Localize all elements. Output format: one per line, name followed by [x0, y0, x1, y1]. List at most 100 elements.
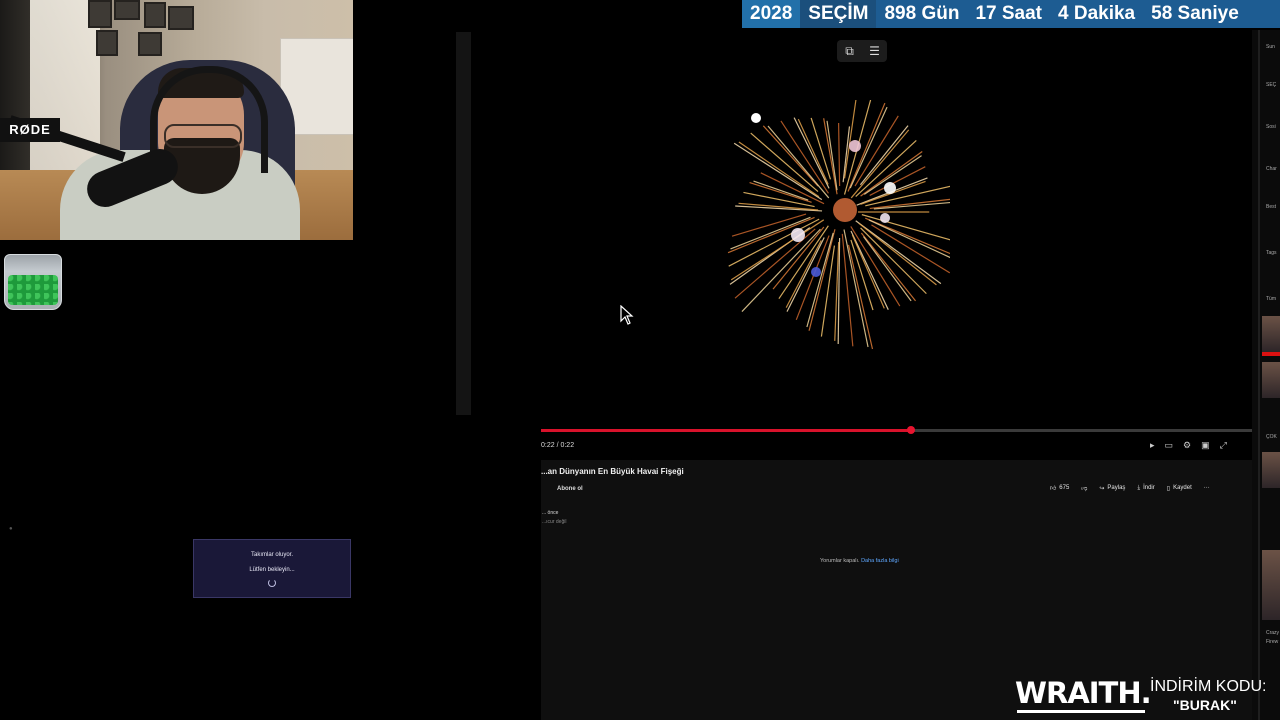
- firework-ray: [843, 100, 857, 179]
- wall-frames: [88, 0, 194, 58]
- tip-jar-widget: [4, 254, 62, 310]
- thumb-down-icon: 👎︎: [1081, 486, 1088, 492]
- sidebar-label: Firew: [1266, 639, 1279, 645]
- firework-ray: [860, 232, 917, 302]
- page-scrollbar[interactable]: [456, 32, 471, 415]
- sponsor-banner: WRAITH. İNDİRİM KODU: "BURAK": [1015, 676, 1267, 720]
- countdown-year: 2028: [742, 0, 801, 28]
- video-title: ...an Dünyanın En Büyük Havai Fişeği: [541, 467, 684, 476]
- firework-spark-blue: [811, 267, 821, 277]
- video-meta-status: ...ıcur değil: [542, 519, 567, 525]
- firework-ray: [851, 234, 885, 309]
- comments-status: Yorumlar kapalı. Daha fazla bilgi: [820, 558, 899, 564]
- discount-code: "BURAK": [1173, 697, 1237, 713]
- download-icon: ⤓: [1137, 484, 1141, 491]
- sidebar-label: Sosi: [1266, 124, 1276, 130]
- theater-icon[interactable]: ▣: [1201, 440, 1210, 451]
- firework-spark: [884, 182, 896, 194]
- alert-line-2: Lütfen bekleyin...: [249, 567, 295, 573]
- firework-ray: [730, 219, 825, 281]
- sidebar-label: Best: [1266, 204, 1277, 210]
- fullscreen-icon[interactable]: ⤢: [1220, 440, 1227, 451]
- more-icon: ···: [1203, 485, 1210, 491]
- firework-ray: [741, 228, 821, 312]
- countdown-days: 898 Gün: [884, 3, 960, 24]
- firework-ray: [767, 125, 830, 199]
- loading-spinner-icon: [268, 579, 276, 587]
- firework-ray: [808, 229, 836, 331]
- more-button[interactable]: ···: [1204, 485, 1210, 491]
- sidebar-label: Tüm: [1266, 296, 1276, 302]
- countdown-hours: 17 Saat: [975, 3, 1042, 24]
- video-meta-date: ... önce: [542, 510, 559, 516]
- like-count: 675: [1059, 485, 1070, 491]
- sidebar-label: SEÇ: [1266, 82, 1277, 88]
- firework-ray: [797, 118, 829, 185]
- jar-fill: [8, 275, 58, 305]
- sidebar-label: Tags: [1266, 250, 1277, 256]
- download-button[interactable]: ⤓ İndir: [1137, 485, 1154, 492]
- sidebar-label: Char: [1266, 166, 1277, 172]
- video-actions: 👍︎ 675 👎︎ ↪ Paylaş ⤓ İndir ▯ Kaydet ···: [1050, 484, 1210, 493]
- sidebar-progress: [1262, 352, 1280, 356]
- firework-ray: [826, 120, 838, 191]
- share-icon: ↪: [1099, 485, 1105, 492]
- firework-ray: [838, 123, 841, 187]
- sidebar-label: Crazy: [1266, 630, 1280, 636]
- progress-knob[interactable]: [906, 426, 915, 434]
- mic-brand-label: RØDE: [0, 118, 60, 142]
- like-button[interactable]: 👍︎ 675: [1050, 484, 1069, 492]
- comments-off-text: Yorumlar kapalı.: [820, 558, 860, 564]
- learn-more-link[interactable]: Daha fazla bilgi: [861, 558, 899, 564]
- sidebar-thumbnail[interactable]: [1262, 452, 1280, 488]
- status-dot-icon: ●: [9, 526, 13, 532]
- sponsor-logo: WRAITH.: [1015, 676, 1152, 710]
- player-controls: ▸ ▭ ⚙ ▣ ⤢: [1150, 440, 1227, 451]
- sidebar-thumbnail[interactable]: [1262, 316, 1280, 352]
- sidebar-thumbnail[interactable]: [1262, 550, 1280, 620]
- save-label: Kaydet: [1173, 485, 1192, 491]
- settings-icon[interactable]: ⚙: [1183, 440, 1191, 451]
- firework-ray: [841, 233, 854, 347]
- firework-ray: [873, 201, 950, 210]
- play-icon[interactable]: ▸: [1150, 440, 1155, 451]
- countdown-minutes: 4 Dakika: [1058, 3, 1136, 24]
- countdown-seconds: 58 Saniye: [1151, 3, 1239, 24]
- sponsor-logo-underline: [1017, 710, 1145, 713]
- thumb-up-icon: 👍︎: [1050, 486, 1057, 492]
- election-countdown-banner: 2028 SEÇİM 898 Gün 17 Saat 4 Dakika 58 S…: [742, 0, 1280, 28]
- download-label: İndir: [1143, 485, 1155, 491]
- notes-icon[interactable]: ☰: [862, 40, 887, 62]
- sidebar-label: ÇOK: [1266, 434, 1277, 440]
- firework-ray: [738, 141, 820, 198]
- progress-fill: [541, 429, 911, 432]
- save-button[interactable]: ▯ Kaydet: [1167, 485, 1192, 492]
- sidebar-edge: [1258, 30, 1260, 720]
- firework-spark: [791, 228, 805, 242]
- discount-label: İNDİRİM KODU:: [1150, 678, 1267, 695]
- right-sidebar: Sun SEÇ Sosi Char Best Tags Tüm ÇOK Craz…: [1252, 30, 1280, 720]
- firework-spark: [751, 113, 761, 123]
- bookmark-icon: ▯: [1166, 485, 1171, 492]
- subscribe-button[interactable]: Abone ol: [557, 486, 583, 492]
- dislike-button[interactable]: 👎︎: [1081, 484, 1087, 492]
- share-label: Paylaş: [1107, 485, 1126, 491]
- alert-line-1: Takımlar oluyor.: [250, 552, 293, 558]
- subtitles-icon[interactable]: ▭: [1165, 440, 1174, 451]
- countdown-label: SEÇİM: [800, 0, 877, 28]
- mouse-cursor-icon: [620, 305, 634, 325]
- sidebar-label: Sun: [1266, 44, 1275, 50]
- firework-ray: [861, 214, 950, 241]
- video-time: 0:22 / 0:22: [541, 442, 575, 449]
- firework-spark: [849, 140, 861, 152]
- alert-box: Takımlar oluyor. Lütfen bekleyin...: [193, 539, 351, 598]
- firework-spark: [880, 213, 890, 223]
- pip-icon[interactable]: ⧉: [837, 40, 862, 62]
- share-button[interactable]: ↪ Paylaş: [1099, 485, 1125, 492]
- sidebar-thumbnail[interactable]: [1262, 362, 1280, 398]
- webcam-feed: RØDE: [0, 0, 353, 240]
- firework-core: [833, 198, 857, 222]
- player-toolbar: ⧉ ☰: [837, 40, 887, 62]
- video-progress-bar[interactable]: [541, 426, 1252, 434]
- firework-burst: [727, 100, 950, 350]
